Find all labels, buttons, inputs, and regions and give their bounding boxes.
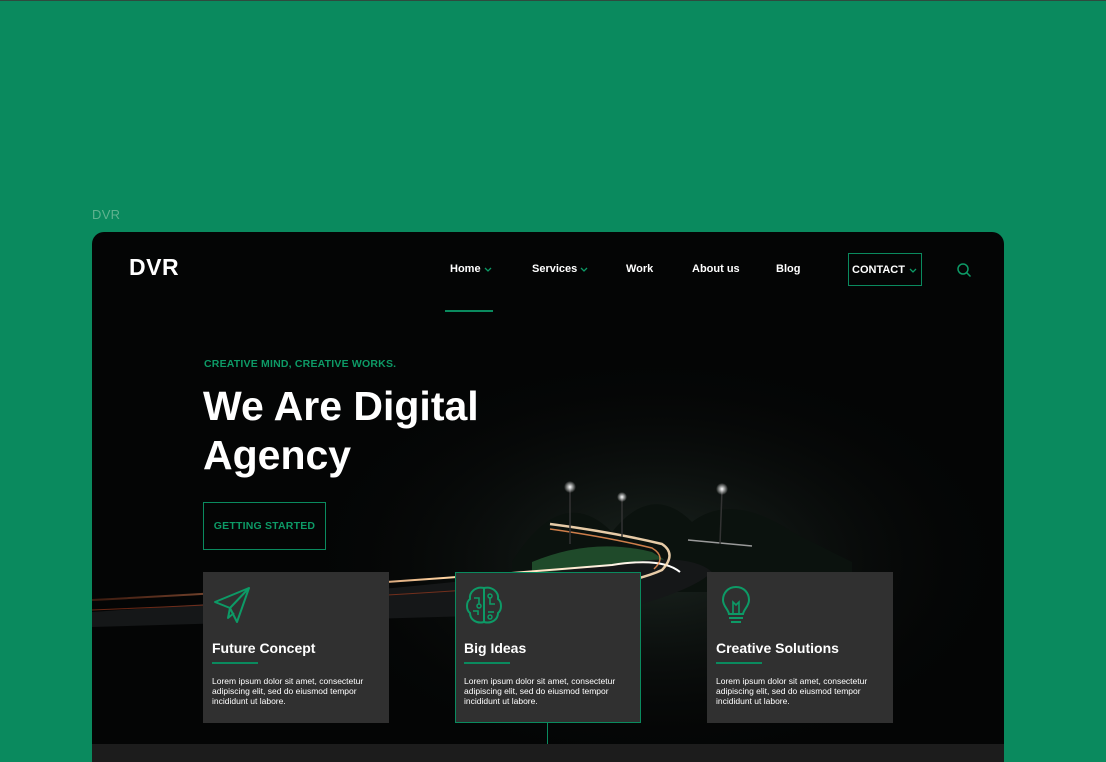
chevron-down-icon <box>909 268 917 273</box>
paper-plane-icon <box>214 587 250 623</box>
card-title: Big Ideas <box>464 640 527 656</box>
nav-item-work[interactable]: Work <box>626 263 653 275</box>
brand-logo[interactable]: DVR <box>129 254 179 281</box>
contact-button[interactable]: CONTACT <box>848 253 922 286</box>
chevron-down-icon <box>484 267 492 273</box>
card-description: Lorem ipsum dolor sit amet, consectetur … <box>716 676 868 706</box>
feature-card-big-ideas[interactable]: Big Ideas Lorem ipsum dolor sit amet, co… <box>455 572 641 723</box>
website-frame: DVR Home Services Work About us Blog CON… <box>92 232 1004 762</box>
getting-started-button[interactable]: GETTING STARTED <box>203 502 326 550</box>
frame-label: DVR <box>92 207 121 222</box>
card-description: Lorem ipsum dolor sit amet, consectetur … <box>212 676 364 706</box>
feature-card-creative-solutions[interactable]: Creative Solutions Lorem ipsum dolor sit… <box>707 572 893 723</box>
hero-headline: We Are Digital Agency <box>203 383 479 478</box>
nav-item-label: Home <box>450 263 481 275</box>
nav-item-about-us[interactable]: About us <box>692 263 740 275</box>
nav-item-label: Services <box>532 263 578 275</box>
card-divider <box>212 662 258 664</box>
lightbulb-icon <box>721 585 751 623</box>
top-border <box>0 0 1106 1</box>
search-icon[interactable] <box>956 262 972 278</box>
card-description: Lorem ipsum dolor sit amet, consectetur … <box>464 676 616 706</box>
nav-item-home[interactable]: Home <box>450 263 493 275</box>
card-connector-line <box>547 723 548 745</box>
feature-card-future-concept[interactable]: Future Concept Lorem ipsum dolor sit ame… <box>203 572 389 723</box>
contact-button-label: CONTACT <box>852 263 905 276</box>
hero-tagline: CREATIVE MIND, CREATIVE WORKS. <box>204 358 397 370</box>
brain-circuit-icon <box>466 586 502 624</box>
card-title: Future Concept <box>212 640 316 656</box>
active-nav-indicator <box>445 310 493 312</box>
card-title: Creative Solutions <box>716 640 839 656</box>
nav-item-blog[interactable]: Blog <box>776 263 800 275</box>
card-divider <box>716 662 762 664</box>
nav-item-services[interactable]: Services <box>532 263 589 275</box>
chevron-down-icon <box>580 267 588 273</box>
next-section-strip <box>92 744 1004 762</box>
card-divider <box>464 662 510 664</box>
